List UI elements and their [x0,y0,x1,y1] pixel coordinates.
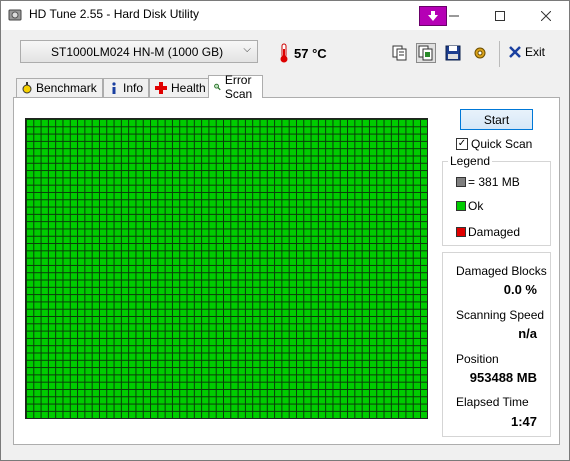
checkbox-check-icon[interactable]: ✓ [456,138,468,150]
gray-block-swatch-icon [456,177,466,187]
thermometer-icon [280,43,288,63]
app-window: HD Tune 2.55 - Hard Disk Utility ST1000L… [0,0,570,461]
elapsed-time-value: 1:47 [510,414,537,429]
green-block-swatch-icon [456,201,466,211]
tab-info-label: Info [123,81,144,95]
gear-icon [474,47,486,59]
exit-label: Exit [525,45,546,59]
red-block-swatch-icon [456,227,466,237]
tab-error-scan[interactable]: Error Scan [208,73,264,101]
legend-item-label: Ok [468,199,484,213]
temperature-readout: 57 °C [294,46,327,61]
drive-select-value: ST1000LM024 HN-M (1000 GB) [51,45,224,59]
close-button[interactable] [523,1,569,30]
minimize-icon [449,15,459,16]
floppy-disk-icon [445,45,461,61]
elapsed-time-label: Elapsed Time [456,395,529,409]
window-title: HD Tune 2.55 - Hard Disk Utility [29,7,200,21]
copy-icon [392,45,407,61]
tab-benchmark-label: Benchmark [36,81,97,95]
copy-all-button[interactable] [416,43,436,63]
legend-item-ok: Ok [456,199,483,213]
tab-benchmark[interactable]: Benchmark [16,78,103,97]
toolbar: ST1000LM024 HN-M (1000 GB) ⌵ 57 °C Exit [1,31,569,75]
options-button[interactable] [470,43,490,63]
legend-title: Legend [448,154,493,168]
maximize-icon [495,10,505,21]
exit-x-icon [509,46,521,58]
copy-all-icon [418,45,433,61]
close-icon [541,10,551,21]
scanning-speed-label: Scanning Speed [456,308,545,322]
drive-select[interactable]: ST1000LM024 HN-M (1000 GB) ⌵ [20,40,258,63]
tab-health[interactable]: Health [149,78,212,97]
magnifier-icon [214,83,221,91]
legend-item-label: = 381 MB [468,175,520,189]
maximize-button[interactable] [477,1,523,30]
save-button[interactable] [443,43,463,63]
title-bar: HD Tune 2.55 - Hard Disk Utility [1,1,569,30]
start-button-label: Start [483,112,510,127]
info-icon [112,82,116,94]
legend-item-label: Damaged [468,225,521,239]
position-value: 953488 MB [469,370,537,385]
damaged-blocks-label: Damaged Blocks [456,264,547,278]
start-button[interactable]: Start [460,109,533,130]
tab-health-label: Health [171,81,206,95]
damaged-blocks-value: 0.0 % [503,282,537,297]
scan-block-grid [25,118,428,419]
tab-info[interactable]: Info [103,78,150,97]
quick-scan-checkbox[interactable]: ✓ Quick Scan [456,137,532,151]
copy-button[interactable] [390,43,410,63]
quick-scan-label: Quick Scan [471,137,533,151]
legend-item-block-size: = 381 MB [456,175,520,189]
health-cross-icon [155,82,167,94]
minimize-button[interactable] [431,1,477,30]
toolbar-separator [499,41,500,67]
tab-error-scan-label: Error Scan [224,73,253,101]
chevron-down-icon: ⌵ [243,44,251,55]
stopwatch-icon [22,82,32,94]
scanning-speed-value: n/a [518,326,537,341]
legend-item-damaged: Damaged [456,225,520,239]
position-label: Position [456,352,499,366]
exit-button[interactable]: Exit [509,45,545,59]
scan-stats-group [442,252,551,437]
hdd-app-icon [8,9,22,21]
